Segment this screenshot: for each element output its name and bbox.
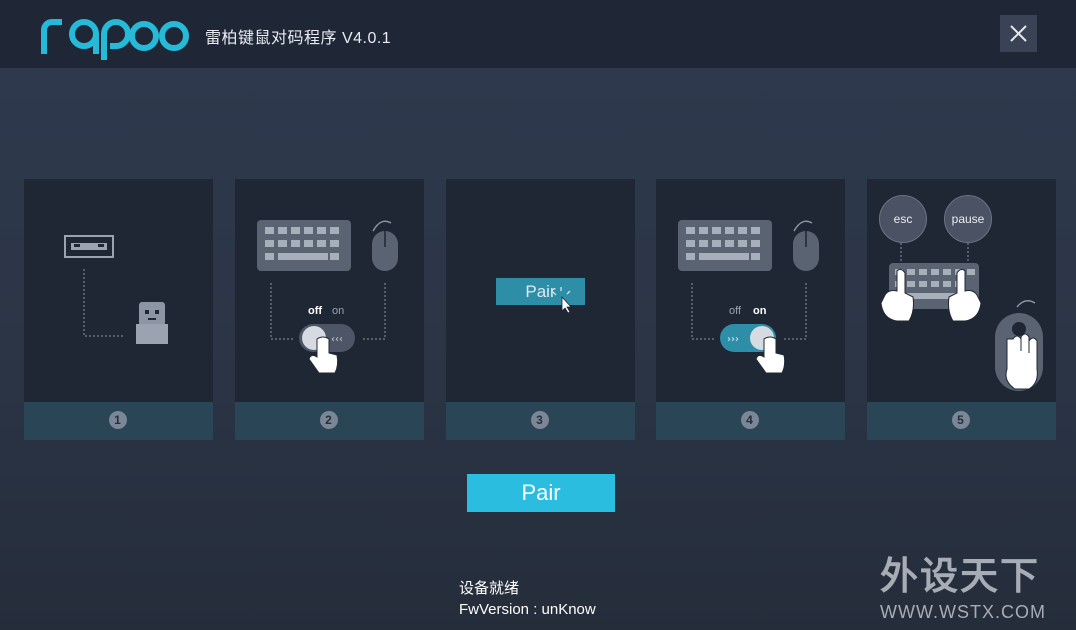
usb-receiver-illustration xyxy=(64,235,168,344)
step-footer: 5 xyxy=(867,402,1056,440)
step-panel-2: ‹‹‹ off on 2 xyxy=(235,179,424,440)
close-button[interactable] xyxy=(1000,15,1037,52)
switch-on-label: on xyxy=(332,305,345,317)
watermark-text: 外设天下 xyxy=(880,556,1041,598)
pair-button[interactable]: Pair xyxy=(467,474,615,512)
step-footer: 1 xyxy=(24,402,213,440)
switch-on-label: on xyxy=(753,305,767,317)
rapoo-logo xyxy=(41,19,189,60)
firmware-version: FwVersion : unKnow xyxy=(459,601,596,618)
watermark: 外设天下 WWW.WSTX.COM xyxy=(880,545,1060,623)
svg-text:›››: ››› xyxy=(727,334,739,345)
step-panel-3: Pair 3 xyxy=(446,179,635,440)
step-panel-4: ››› off on 4 xyxy=(656,179,845,440)
step-footer: 4 xyxy=(656,402,845,440)
step-number: 5 xyxy=(951,411,970,429)
key-combo-illustration xyxy=(880,243,1043,391)
step-footer: 3 xyxy=(446,402,635,440)
step-number: 3 xyxy=(530,411,549,429)
power-switch-off-illustration: ‹‹‹ xyxy=(257,220,398,374)
step-number: 1 xyxy=(108,411,127,429)
watermark-url: WWW.WSTX.COM xyxy=(880,602,1046,622)
status-area: 设备就绪 FwVersion : unKnow xyxy=(459,578,596,620)
switch-off-label: off xyxy=(308,305,323,317)
svg-text:‹‹‹: ‹‹‹ xyxy=(331,334,343,345)
step-panel-5: esc pause 5 xyxy=(867,179,1056,440)
step-footer: 2 xyxy=(235,402,424,440)
app-title: 雷柏键鼠对码程序 V4.0.1 xyxy=(205,30,392,47)
title-bar: 雷柏键鼠对码程序 V4.0.1 xyxy=(0,0,1076,68)
close-icon xyxy=(1010,25,1027,42)
step-number: 2 xyxy=(319,411,338,429)
status-text: 设备就绪 xyxy=(459,580,520,597)
step-panel-1: 1 xyxy=(24,179,213,440)
step-number: 4 xyxy=(740,411,759,429)
switch-off-label: off xyxy=(729,305,742,317)
power-switch-on-illustration: ››› xyxy=(678,220,819,374)
click-cursor-icon xyxy=(552,287,572,314)
